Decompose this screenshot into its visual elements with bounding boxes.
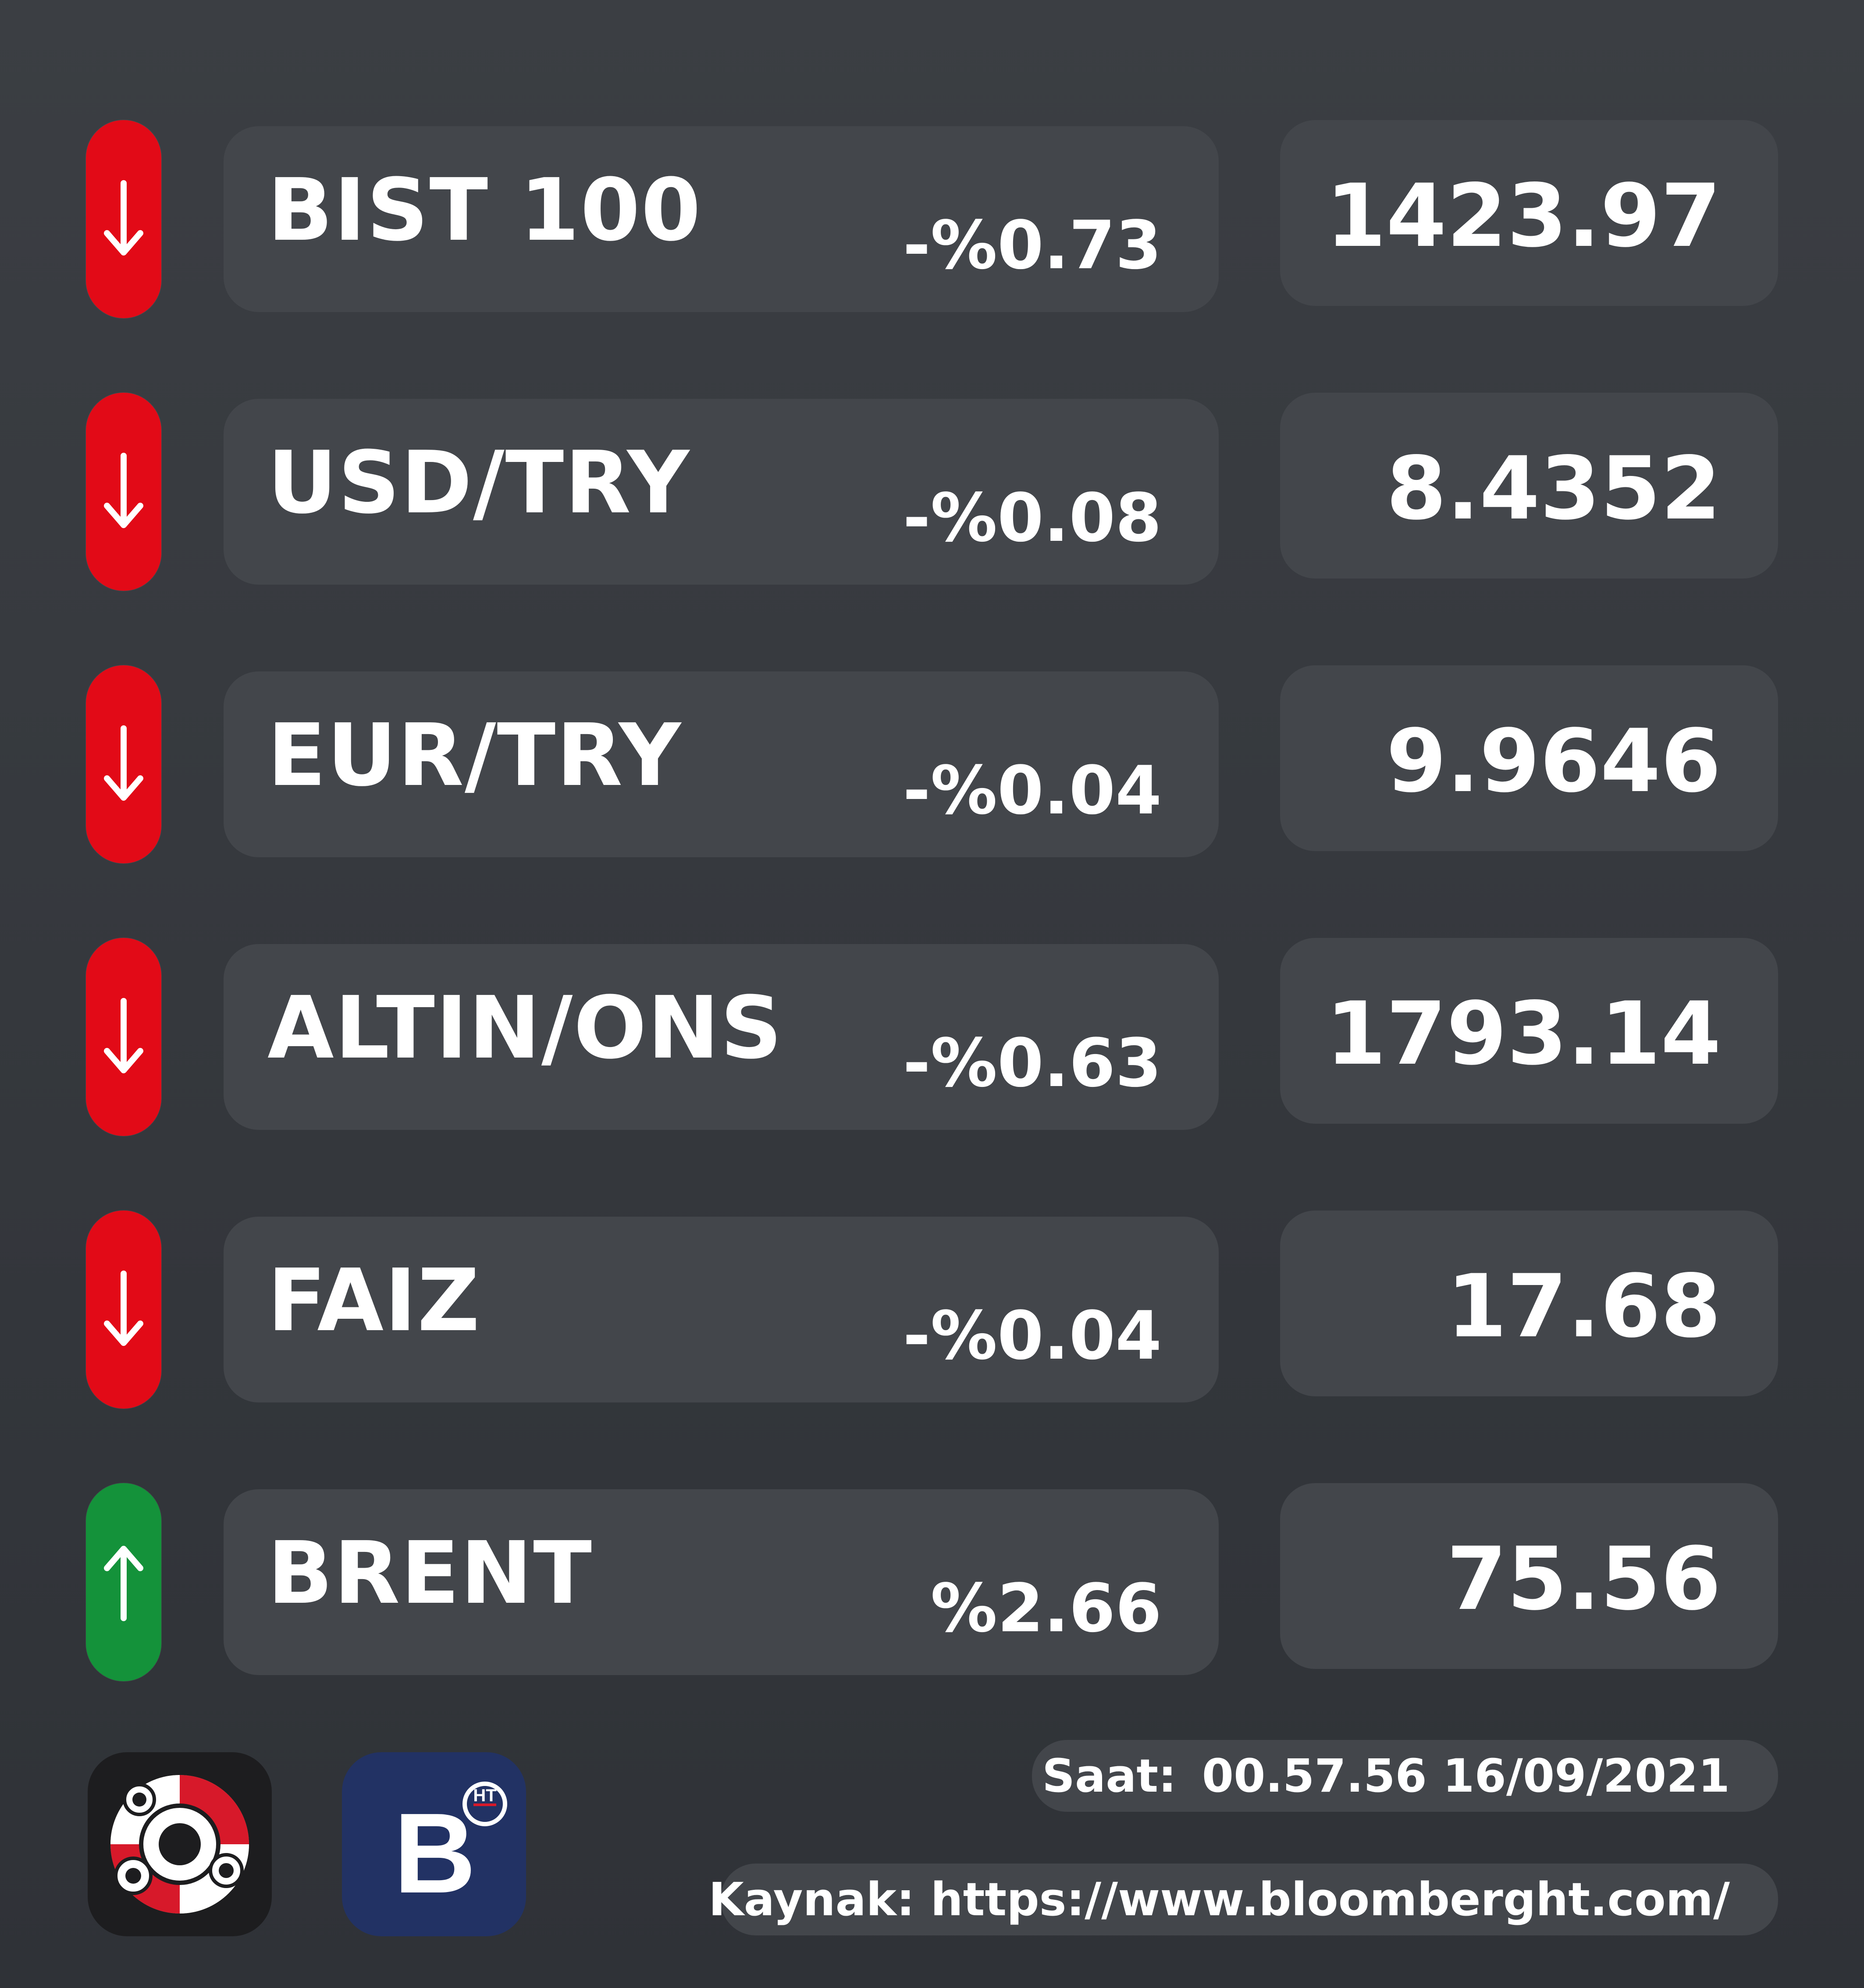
bloomberght-logo: B HT <box>342 1752 526 1936</box>
gears-icon <box>110 1775 249 1913</box>
instrument-name: BIST 100 <box>267 160 702 260</box>
arrow-down-icon <box>104 725 143 801</box>
down-indicator <box>86 665 161 863</box>
instrument-value: 8.4352 <box>1386 438 1721 539</box>
instrument-label-pill: EUR/TRY -%0.04 <box>224 671 1219 857</box>
instrument-value-pill: 75.56 <box>1280 1483 1778 1669</box>
instrument-value: 75.56 <box>1446 1528 1721 1629</box>
instrument-value: 17.68 <box>1446 1256 1721 1357</box>
down-indicator <box>86 938 161 1136</box>
bloomberght-logo-mark: B HT <box>394 1782 507 1917</box>
instrument-value-pill: 1793.14 <box>1280 938 1778 1124</box>
ticker-row-bist100: BIST 100 -%0.73 1423.97 <box>0 120 1864 322</box>
percent-change: -%0.04 <box>903 752 1162 829</box>
ticker-row-eurtry: EUR/TRY -%0.04 9.9646 <box>0 665 1864 867</box>
instrument-label-pill: ALTIN/ONS -%0.63 <box>224 944 1219 1130</box>
instrument-value-pill: 1423.97 <box>1280 120 1778 306</box>
source-label: Kaynak: https://www.bloomberght.com/ <box>708 1873 1730 1926</box>
percent-change: %2.66 <box>930 1569 1162 1647</box>
arrow-down-icon <box>104 998 143 1073</box>
logo-badge: HT <box>473 1786 496 1805</box>
instrument-name: ALTIN/ONS <box>267 978 783 1078</box>
instrument-value: 1423.97 <box>1326 165 1721 266</box>
ticker-row-usdtry: USD/TRY -%0.08 8.4352 <box>0 393 1864 594</box>
source-pill: Kaynak: https://www.bloomberght.com/ <box>708 1864 1778 1935</box>
instrument-value: 1793.14 <box>1326 983 1721 1084</box>
ticker-row-altin-ons: ALTIN/ONS -%0.63 1793.14 <box>0 938 1864 1140</box>
down-indicator <box>86 1211 161 1409</box>
down-indicator <box>86 120 161 318</box>
ticker-row-brent: BRENT %2.66 75.56 <box>0 1483 1864 1685</box>
instrument-label-pill: BRENT %2.66 <box>224 1489 1219 1675</box>
arrow-down-icon <box>104 1271 143 1346</box>
percent-change: -%0.63 <box>903 1024 1162 1102</box>
up-indicator <box>86 1483 161 1681</box>
instrument-label-pill: FAIZ -%0.04 <box>224 1217 1219 1402</box>
percent-change: -%0.04 <box>903 1297 1162 1374</box>
ticker-row-faiz: FAIZ -%0.04 17.68 <box>0 1211 1864 1412</box>
timestamp-pill: Saat: 00.57.56 16/09/2021 <box>1032 1740 1778 1812</box>
down-indicator <box>86 393 161 591</box>
instrument-name: BRENT <box>267 1523 593 1623</box>
instrument-label-pill: USD/TRY -%0.08 <box>224 399 1219 585</box>
instrument-value-pill: 9.9646 <box>1280 665 1778 851</box>
percent-change: -%0.08 <box>903 479 1162 557</box>
instrument-name: FAIZ <box>267 1251 481 1351</box>
arrow-up-icon <box>104 1546 143 1621</box>
instrument-name: EUR/TRY <box>267 706 682 806</box>
arrow-down-icon <box>104 453 143 528</box>
instrument-value-pill: 17.68 <box>1280 1211 1778 1396</box>
gears-logo <box>88 1752 272 1936</box>
instrument-label-pill: BIST 100 -%0.73 <box>224 126 1219 312</box>
time-label: Saat: <box>1042 1749 1177 1803</box>
instrument-value-pill: 8.4352 <box>1280 393 1778 579</box>
arrow-down-icon <box>104 180 143 256</box>
time-value: 00.57.56 16/09/2021 <box>1202 1749 1730 1803</box>
instrument-name: USD/TRY <box>267 433 690 533</box>
instrument-value: 9.9646 <box>1386 710 1721 812</box>
percent-change: -%0.73 <box>903 206 1162 284</box>
